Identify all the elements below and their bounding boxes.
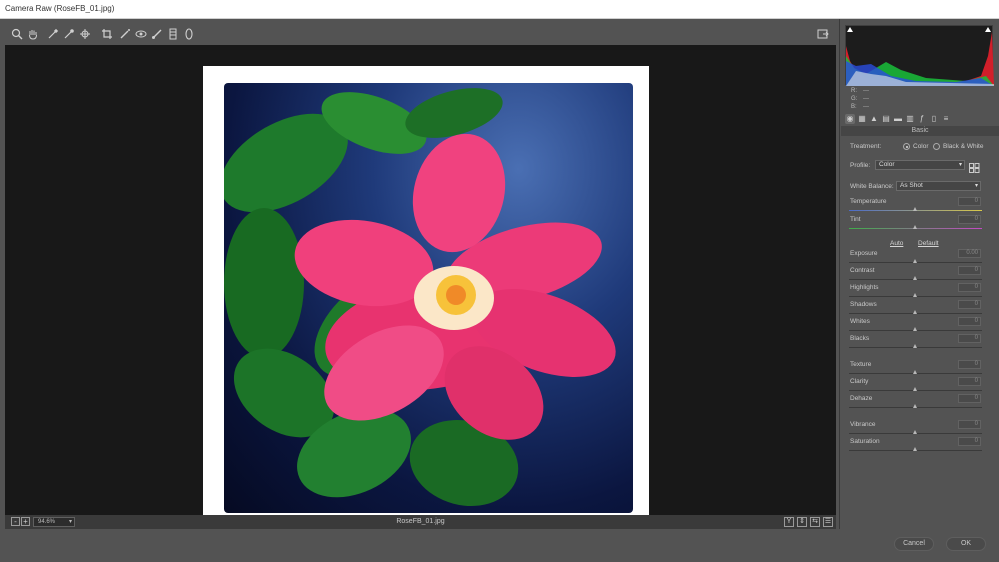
slider-label-exposure: Exposure xyxy=(850,250,878,257)
preferences-icon[interactable] xyxy=(817,27,831,41)
value-field-clarity[interactable]: 0 xyxy=(958,377,981,386)
slider-label-vibrance: Vibrance xyxy=(850,421,876,428)
slider-thumb-saturation[interactable] xyxy=(913,447,917,451)
chevron-down-icon: ▾ xyxy=(974,183,978,189)
color-sampler-icon[interactable] xyxy=(62,27,76,41)
ok-button[interactable]: OK xyxy=(946,537,986,551)
status-filename: RoseFB_01.jpg xyxy=(396,518,445,525)
profile-browser-icon[interactable] xyxy=(969,160,980,173)
highlight-clipping-icon[interactable] xyxy=(985,27,991,32)
hand-icon[interactable] xyxy=(26,27,40,41)
view-toggle-button[interactable]: Y xyxy=(784,517,794,527)
slider-label-tint: Tint xyxy=(850,216,861,223)
treatment-color-radio[interactable] xyxy=(903,143,910,150)
slider-thumb-vibrance[interactable] xyxy=(913,430,917,434)
slider-thumb-highlights[interactable] xyxy=(913,293,917,297)
value-field-exposure[interactable]: 0.00 xyxy=(958,249,981,258)
basic-tab-icon[interactable]: ◉ xyxy=(845,114,855,124)
toolbar xyxy=(5,25,836,43)
effects-tab-icon[interactable]: ƒ xyxy=(917,114,927,124)
white-balance-label: White Balance: xyxy=(850,183,894,190)
slider-thumb-exposure[interactable] xyxy=(913,259,917,263)
slider-label-dehaze: Dehaze xyxy=(850,395,873,402)
panel-divider xyxy=(839,19,840,529)
calibration-tab-icon[interactable]: ▯ xyxy=(929,114,939,124)
rgb-readout: R: --- G: --- B: --- xyxy=(851,88,869,110)
slider-thumb-temperature[interactable] xyxy=(913,207,917,211)
slider-label-texture: Texture xyxy=(850,361,872,368)
before-after-button[interactable]: ⇕ xyxy=(797,517,807,527)
default-link[interactable]: Default xyxy=(918,240,939,247)
slider-thumb-dehaze[interactable] xyxy=(913,404,917,408)
adjustment-brush-icon[interactable] xyxy=(150,27,164,41)
status-bar: - + 94.6% ▾ RoseFB_01.jpg Y ⇕ ⇆ ☰ xyxy=(5,515,836,529)
value-field-contrast[interactable]: 0 xyxy=(958,266,981,275)
value-field-highlights[interactable]: 0 xyxy=(958,283,981,292)
targeted-adjustment-icon[interactable] xyxy=(78,27,92,41)
hsl-tab-icon[interactable]: ▤ xyxy=(881,114,891,124)
rose-photo xyxy=(224,83,633,513)
chevron-down-icon: ▾ xyxy=(958,162,962,168)
value-field-whites[interactable]: 0 xyxy=(958,317,981,326)
slider-thumb-texture[interactable] xyxy=(913,370,917,374)
treatment-bw-label: Black & White xyxy=(943,143,984,150)
slider-label-temperature: Temperature xyxy=(850,198,887,205)
graduated-filter-icon[interactable] xyxy=(166,27,180,41)
lens-corrections-tab-icon[interactable]: ▥ xyxy=(905,114,915,124)
slider-thumb-whites[interactable] xyxy=(913,327,917,331)
treatment-label: Treatment: xyxy=(850,143,882,150)
slider-thumb-clarity[interactable] xyxy=(913,387,917,391)
presets-tab-icon[interactable]: ≡ xyxy=(941,114,951,124)
value-field-shadows[interactable]: 0 xyxy=(958,300,981,309)
histogram xyxy=(845,25,994,86)
preview-settings-button[interactable]: ☰ xyxy=(823,517,833,527)
tone-curve-tab-icon[interactable]: ▦ xyxy=(857,114,867,124)
panel-tabs: ◉ ▦ ▲ ▤ ▬ ▥ ƒ ▯ ≡ xyxy=(843,114,997,125)
slider-thumb-blacks[interactable] xyxy=(913,344,917,348)
adjustments-panel: R: --- G: --- B: --- ◉ ▦ ▲ ▤ ▬ ▥ ƒ ▯ ≡ Basi… xyxy=(841,19,999,529)
spot-removal-icon[interactable] xyxy=(118,27,132,41)
value-field-saturation[interactable]: 0 xyxy=(958,437,981,446)
panel-section-title: Basic xyxy=(841,126,999,136)
window-title: Camera Raw (RoseFB_01.jpg) xyxy=(5,4,115,13)
slider-label-blacks: Blacks xyxy=(850,335,870,342)
value-field-vibrance[interactable]: 0 xyxy=(958,420,981,429)
detail-tab-icon[interactable]: ▲ xyxy=(869,114,879,124)
slider-label-saturation: Saturation xyxy=(850,438,880,445)
slider-label-shadows: Shadows xyxy=(850,301,877,308)
zoom-icon[interactable] xyxy=(10,27,24,41)
slider-thumb-shadows[interactable] xyxy=(913,310,917,314)
profile-label: Profile: xyxy=(850,162,871,169)
photo-border xyxy=(203,66,649,529)
crop-icon[interactable] xyxy=(100,27,114,41)
shadow-clipping-icon[interactable] xyxy=(847,27,853,32)
white-balance-icon[interactable] xyxy=(46,27,60,41)
value-field-texture[interactable]: 0 xyxy=(958,360,981,369)
swap-settings-button[interactable]: ⇆ xyxy=(810,517,820,527)
white-balance-select[interactable]: As Shot ▾ xyxy=(896,181,981,191)
slider-thumb-tint[interactable] xyxy=(913,225,917,229)
image-preview-area[interactable] xyxy=(5,45,836,529)
slider-label-clarity: Clarity xyxy=(850,378,869,385)
split-toning-tab-icon[interactable]: ▬ xyxy=(893,114,903,124)
red-eye-icon[interactable] xyxy=(134,27,148,41)
value-field-blacks[interactable]: 0 xyxy=(958,334,981,343)
camera-raw-app: - + 94.6% ▾ RoseFB_01.jpg Y ⇕ ⇆ ☰ R: --- … xyxy=(0,19,999,562)
slider-label-whites: Whites xyxy=(850,318,870,325)
cancel-button[interactable]: Cancel xyxy=(894,537,934,551)
slider-label-highlights: Highlights xyxy=(850,284,879,291)
value-field-temperature[interactable]: 0 xyxy=(958,197,981,206)
treatment-color-label: Color xyxy=(913,143,929,150)
value-field-tint[interactable]: 0 xyxy=(958,215,981,224)
radial-filter-icon[interactable] xyxy=(182,27,196,41)
slider-label-contrast: Contrast xyxy=(850,267,875,274)
auto-link[interactable]: Auto xyxy=(890,240,903,247)
value-field-dehaze[interactable]: 0 xyxy=(958,394,981,403)
slider-thumb-contrast[interactable] xyxy=(913,276,917,280)
title-bar: Camera Raw (RoseFB_01.jpg) xyxy=(0,0,999,19)
profile-select[interactable]: Color ▾ xyxy=(875,160,965,170)
dialog-footer: Cancel OK xyxy=(0,529,999,562)
treatment-bw-radio[interactable] xyxy=(933,143,940,150)
